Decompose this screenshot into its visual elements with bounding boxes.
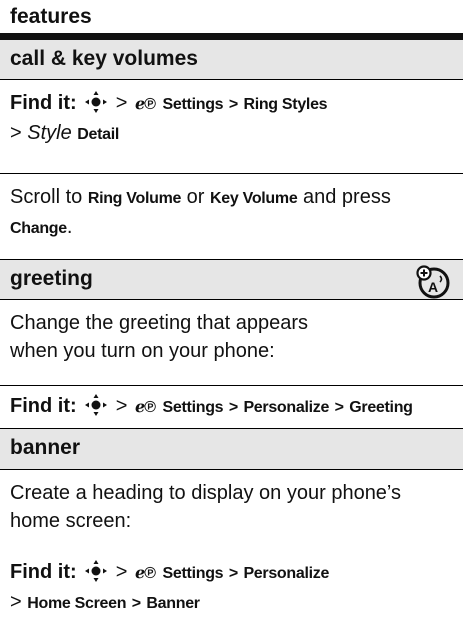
nav-key-icon bbox=[85, 394, 108, 416]
section-banner-body: Create a heading to display on your phon… bbox=[10, 482, 402, 532]
nav-key-icon bbox=[85, 91, 108, 113]
find-it-label: Find it: bbox=[10, 395, 77, 417]
page-title: features bbox=[10, 5, 92, 28]
nav-key-icon bbox=[85, 560, 108, 582]
find-it-label: Find it: bbox=[10, 92, 77, 114]
find-it-line: Find it: > ℯ℗ Settings > Ring Styles bbox=[10, 89, 453, 119]
section-title-banner: banner bbox=[0, 429, 463, 470]
path-item-style: Style bbox=[27, 122, 72, 144]
option-change: Change bbox=[10, 220, 67, 237]
path-item-detail: Detail bbox=[77, 126, 120, 143]
section-greeting-body: Change the greeting that appears when yo… bbox=[0, 300, 463, 386]
section-title-call-key-volumes: call & key volumes bbox=[0, 40, 463, 80]
path-separator: > bbox=[115, 395, 128, 417]
find-it-label: Find it: bbox=[10, 561, 77, 583]
manual-page: features call & key volumes Find it: > ℯ… bbox=[0, 0, 463, 613]
section-banner-path: Find it: > ℯ℗ Settings > Personalize > H… bbox=[10, 560, 330, 613]
option-ring-volume: Ring Volume bbox=[87, 190, 182, 207]
personalize-icon: A bbox=[415, 264, 451, 300]
option-key-volume: Key Volume bbox=[210, 190, 298, 207]
svg-text:A: A bbox=[428, 279, 438, 295]
section-greeting-path: Find it: > ℯ℗ Settings > Personalize > G… bbox=[0, 386, 463, 429]
section-call-key-volumes-body: Scroll to Ring Volume or Key Volume and … bbox=[0, 174, 463, 260]
path-separator: > bbox=[228, 96, 238, 113]
page-header: features bbox=[0, 0, 463, 40]
settings-icon: ℯ℗ bbox=[135, 96, 156, 113]
path-separator: > bbox=[115, 92, 128, 114]
path-item: Settings bbox=[162, 96, 224, 113]
path-separator: > bbox=[115, 561, 128, 583]
section-title-greeting: greeting A bbox=[0, 260, 463, 300]
path-separator: > bbox=[10, 122, 22, 144]
settings-icon: ℯ℗ bbox=[135, 399, 156, 416]
find-it-line-2: > Style Detail bbox=[10, 119, 453, 149]
path-item: Ring Styles bbox=[243, 96, 328, 113]
section-call-key-volumes-path: Find it: > ℯ℗ Settings > Ring Styles > S… bbox=[0, 80, 463, 174]
